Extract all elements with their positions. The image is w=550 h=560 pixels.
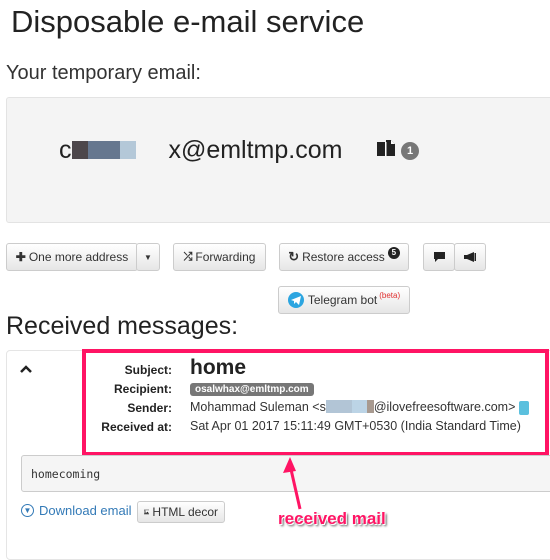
shuffle-icon: ⤮	[183, 250, 193, 263]
telegram-bot-button[interactable]: Telegram bot (beta)	[278, 286, 410, 314]
redacted-blur	[71, 141, 88, 160]
comment-icon	[433, 252, 445, 262]
download-email-link[interactable]: ▼ Download email	[21, 503, 132, 518]
collapse-caret-icon[interactable]	[20, 360, 32, 376]
caret-down-icon: ▼	[144, 252, 152, 262]
redacted-blur	[87, 141, 120, 160]
redacted-blur	[119, 141, 136, 160]
email-suffix: x@emltmp.com	[168, 136, 343, 164]
page-title: Disposable e-mail service	[11, 4, 365, 39]
telegram-bot-label: Telegram bot	[307, 293, 378, 307]
annotation-arrow-icon	[283, 457, 302, 510]
one-more-address-button[interactable]: ✚ One more address	[6, 243, 138, 271]
temporary-email-heading: Your temporary email:	[6, 62, 201, 84]
address-dropdown-toggle[interactable]: ▼	[136, 243, 160, 271]
copy-icon[interactable]	[376, 139, 396, 157]
bullhorn-icon	[464, 252, 476, 262]
download-email-label: Download email	[39, 503, 132, 518]
telegram-icon	[287, 292, 304, 308]
forwarding-label: Forwarding	[195, 250, 256, 264]
plus-icon: ✚	[15, 250, 26, 264]
announce-button[interactable]	[454, 243, 486, 271]
temporary-email-address[interactable]: c x@emltmp.com	[59, 136, 342, 165]
beta-tag: (beta)	[379, 290, 401, 300]
restore-access-label: Restore access	[302, 250, 385, 264]
email-prefix: c	[59, 136, 72, 164]
chat-button[interactable]	[423, 243, 455, 271]
html-decor-label: HTML decor	[152, 505, 218, 519]
refresh-icon: ↻	[288, 249, 300, 264]
annotation-highlight-box	[82, 349, 549, 456]
download-icon: ▼	[21, 504, 34, 517]
message-body: homecoming	[31, 467, 101, 481]
restore-access-badge: 5	[387, 247, 400, 259]
restore-access-button[interactable]: ↻ Restore access 5	[279, 243, 409, 271]
html-decor-button[interactable]: HTML decor	[137, 501, 225, 523]
one-more-address-label: One more address	[28, 250, 129, 264]
received-messages-heading: Received messages:	[6, 312, 239, 340]
forwarding-button[interactable]: ⤮ Forwarding	[173, 243, 266, 271]
image-icon	[144, 509, 150, 515]
address-count-badge: 1	[401, 142, 419, 160]
annotation-label: received mail	[278, 509, 386, 528]
